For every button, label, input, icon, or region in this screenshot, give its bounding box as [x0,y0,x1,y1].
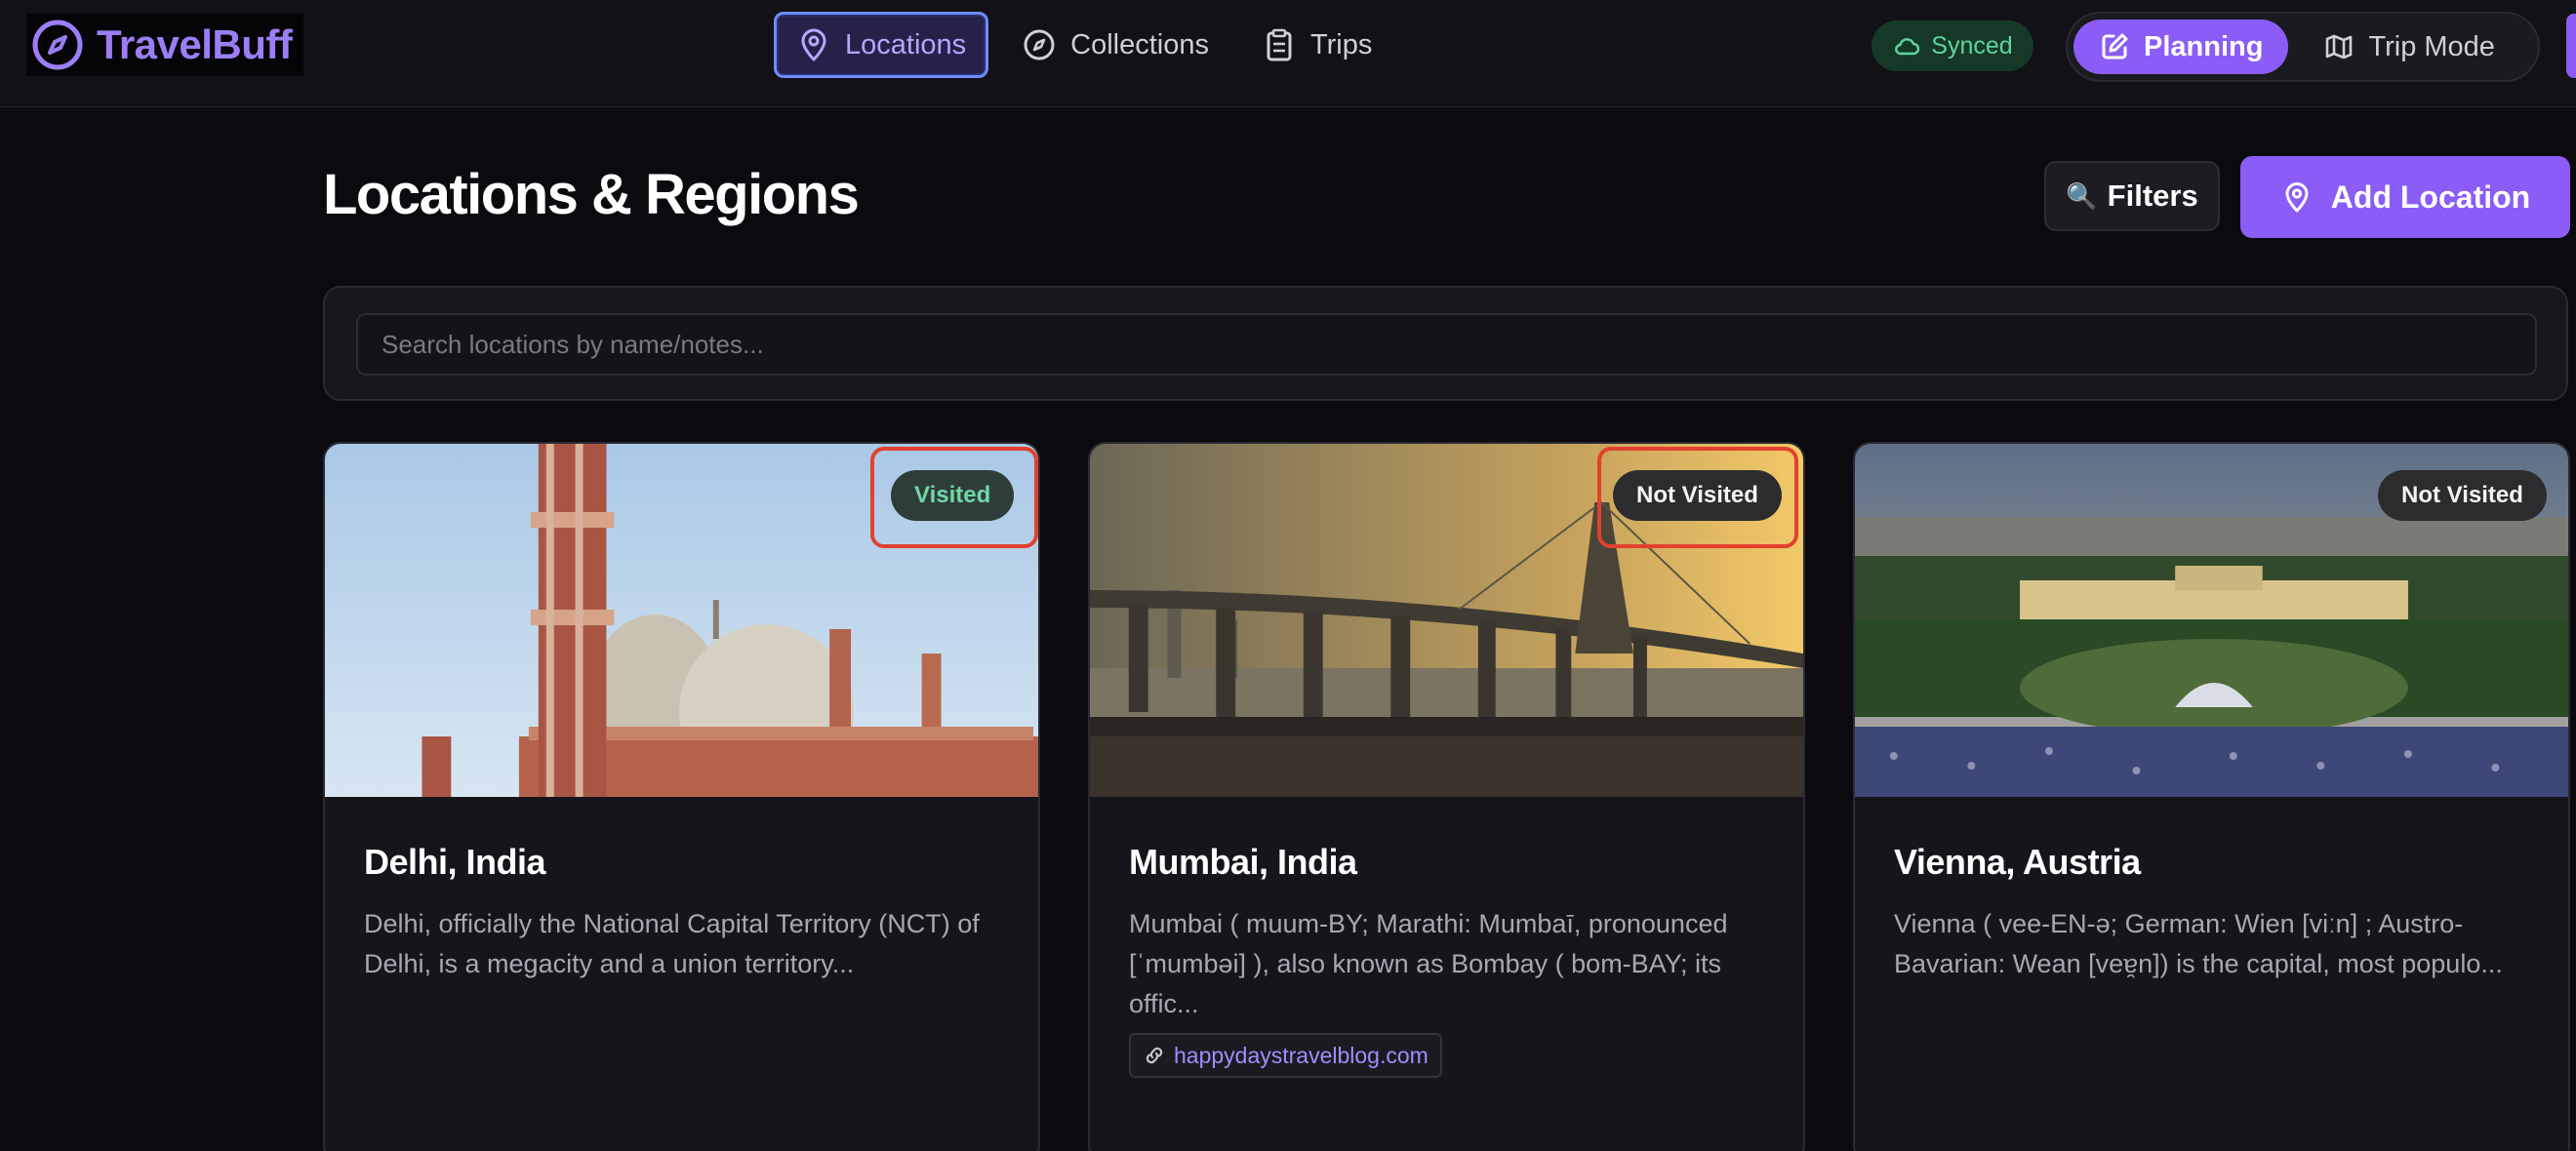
map-icon [2326,34,2353,60]
filters-button[interactable]: 🔍 Filters [2044,161,2220,231]
add-location-label: Add Location [2330,179,2531,215]
nav-locations[interactable]: Locations [774,12,989,78]
status-badge-not-visited[interactable]: Not Visited [2378,470,2547,521]
compass-icon [1024,29,1055,60]
link-icon [1146,1047,1163,1064]
search-input[interactable] [356,313,2537,376]
nav-trips[interactable]: Trips [1242,12,1391,78]
nav-collections-label: Collections [1070,28,1209,60]
status-badge-not-visited[interactable]: Not Visited [1613,470,1782,521]
location-description: Delhi, officially the National Capital T… [364,909,980,978]
nav-collections[interactable]: Collections [1002,12,1228,78]
location-link[interactable]: happydaystravelblog.com [1129,1033,1442,1078]
location-card-vienna[interactable]: Not Visited Vienna, Austria Vienna ( vee… [1853,442,2570,1151]
search-panel [323,286,2568,401]
trip-mode-button[interactable]: Trip Mode [2298,20,2519,74]
add-location-button[interactable]: Add Location [2240,156,2570,238]
nav-trips-label: Trips [1310,28,1373,60]
page-title: Locations & Regions [323,163,860,226]
nav-locations-label: Locations [845,28,967,60]
sync-status-badge: Synced [1872,20,2033,71]
location-description: Mumbai ( muum-BY; Marathi: Mumbaī, prono… [1129,909,1728,1018]
map-pin-icon [801,28,826,61]
overflow-menu-edge[interactable] [2566,14,2576,78]
app-logo[interactable]: TravelBuff [26,14,303,76]
top-navbar: TravelBuff Locations Collections Trips S… [0,0,2576,107]
clipboard-icon [1267,28,1292,61]
main-nav: Locations Collections Trips [774,12,1391,78]
status-badge-visited[interactable]: Visited [891,470,1015,521]
location-link-text: happydaystravelblog.com [1174,1042,1429,1068]
planning-mode-button[interactable]: Planning [2073,20,2289,74]
trip-mode-label: Trip Mode [2368,30,2495,62]
compass-logo-icon [32,20,83,70]
app-name: TravelBuff [97,21,293,67]
location-title: Vienna, Austria [1894,842,2141,882]
location-title: Mumbai, India [1129,842,1357,882]
location-title: Delhi, India [364,842,546,882]
edit-icon [2102,33,2128,60]
location-card-mumbai[interactable]: Not Visited Mumbai, India Mumbai ( muum-… [1088,442,1805,1151]
location-card-delhi[interactable]: Visited Delhi, India Delhi, officially t… [323,442,1040,1151]
sync-status-label: Synced [1931,31,2013,60]
cloud-icon [1895,38,1920,56]
planning-mode-label: Planning [2144,30,2264,62]
mode-toggle: Planning Trip Mode [2066,12,2540,82]
location-description: Vienna ( vee-EN-ə; German: Wien [viːn] ;… [1894,909,2503,978]
map-pin-icon [2285,182,2309,213]
magnifier-icon: 🔍 [2066,180,2098,211]
filters-label: Filters [2107,179,2198,213]
